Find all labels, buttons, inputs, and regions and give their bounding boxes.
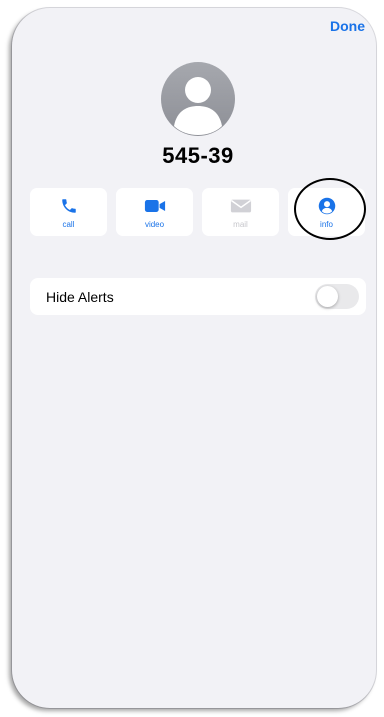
person-circle-icon [288,197,365,215]
phone-icon [30,197,107,215]
mail-label: mail [233,220,248,229]
person-silhouette-icon [174,77,222,135]
hide-alerts-label: Hide Alerts [46,289,114,305]
call-button[interactable]: call [30,188,107,236]
toggle-knob [317,286,338,307]
done-button[interactable]: Done [330,18,365,34]
hide-alerts-toggle[interactable] [315,284,359,309]
avatar [161,62,235,136]
video-label: video [144,220,165,229]
video-button[interactable]: video [116,188,193,236]
mail-icon [202,197,279,215]
call-label: call [62,220,75,229]
hide-alerts-row: Hide Alerts [30,278,366,315]
contact-details-sheet: Done 545-39 call video mail info Hide Al… [12,8,376,708]
mail-button[interactable]: mail [202,188,279,236]
screen: Done 545-39 call video mail info Hide Al… [0,0,384,717]
video-camera-icon [116,197,193,215]
info-label: info [320,220,333,229]
info-button[interactable]: info [288,188,365,236]
contact-name: 545-39 [162,143,234,168]
